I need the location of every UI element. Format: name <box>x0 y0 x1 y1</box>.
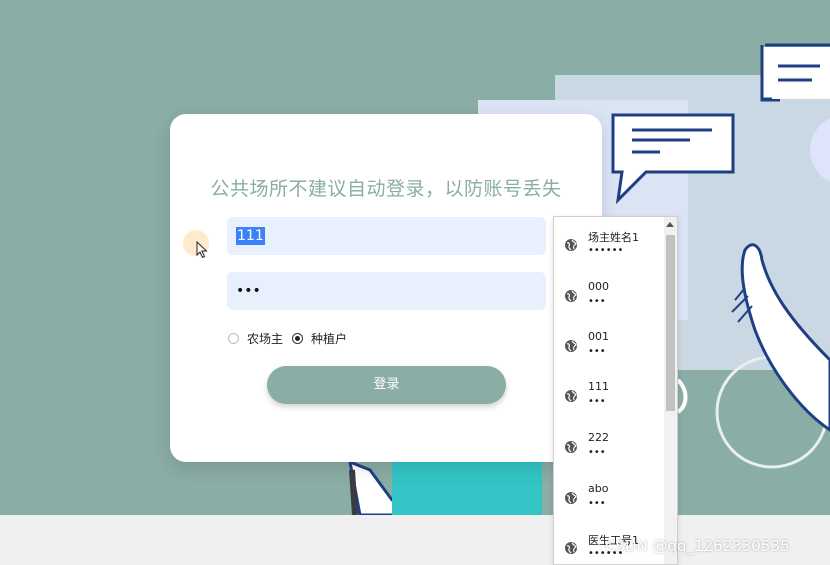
autocomplete-password: ••• <box>588 498 606 509</box>
autocomplete-item[interactable]: 001 ••• <box>554 318 664 368</box>
radio-farm-owner[interactable] <box>228 333 239 344</box>
autocomplete-item[interactable]: 000 ••• <box>554 268 664 318</box>
watermark: CSDN @qq_1262330535 <box>605 537 790 555</box>
autocomplete-username: 000 <box>588 280 609 293</box>
autocomplete-password: ••• <box>588 447 606 458</box>
autocomplete-item[interactable]: 222 ••• <box>554 419 664 469</box>
dropdown-scrollbar[interactable] <box>664 217 677 564</box>
login-page: 公共场所不建议自动登录，以防账号丢失 111 ••• 农场主 种植户 登录 场主… <box>0 0 830 565</box>
globe-icon <box>565 492 577 504</box>
globe-icon <box>565 441 577 453</box>
autocomplete-username: 222 <box>588 431 609 444</box>
credential-autocomplete-dropdown: 场主姓名1 •••••• 000 ••• 001 ••• 111 ••• 222… <box>553 216 678 565</box>
autocomplete-item[interactable]: abo ••• <box>554 470 664 520</box>
radio-farm-owner-label[interactable]: 农场主 <box>247 330 283 347</box>
scroll-up-arrow-icon[interactable] <box>666 222 674 227</box>
radio-grower-label[interactable]: 种植户 <box>311 330 347 347</box>
login-button[interactable]: 登录 <box>267 366 506 404</box>
globe-icon <box>565 390 577 402</box>
autocomplete-username: abo <box>588 482 609 495</box>
autocomplete-username: 场主姓名1 <box>588 231 639 244</box>
globe-icon <box>565 340 577 352</box>
login-card: 公共场所不建议自动登录，以防账号丢失 111 ••• 农场主 种植户 登录 <box>170 114 602 462</box>
globe-icon <box>565 239 577 251</box>
mouse-cursor-icon <box>196 241 208 259</box>
role-selector: 农场主 种植户 <box>228 330 356 347</box>
autocomplete-username: 111 <box>588 380 609 393</box>
autocomplete-password: •••••• <box>588 245 624 256</box>
autocomplete-password: ••• <box>588 346 606 357</box>
password-input[interactable]: ••• <box>227 272 546 310</box>
autocomplete-password: ••• <box>588 396 606 407</box>
autocomplete-username: 001 <box>588 330 609 343</box>
security-notice: 公共场所不建议自动登录，以防账号丢失 <box>210 178 562 200</box>
autocomplete-item[interactable]: 111 ••• <box>554 368 664 418</box>
autocomplete-item[interactable]: 场主姓名1 •••••• <box>554 217 664 267</box>
globe-icon <box>565 542 577 554</box>
globe-icon <box>565 290 577 302</box>
radio-grower[interactable] <box>292 333 304 344</box>
username-value: 111 <box>236 227 265 245</box>
password-value: ••• <box>236 283 261 299</box>
autocomplete-password: ••• <box>588 296 606 307</box>
scrollbar-thumb[interactable] <box>666 235 675 411</box>
username-input[interactable]: 111 <box>227 217 546 255</box>
